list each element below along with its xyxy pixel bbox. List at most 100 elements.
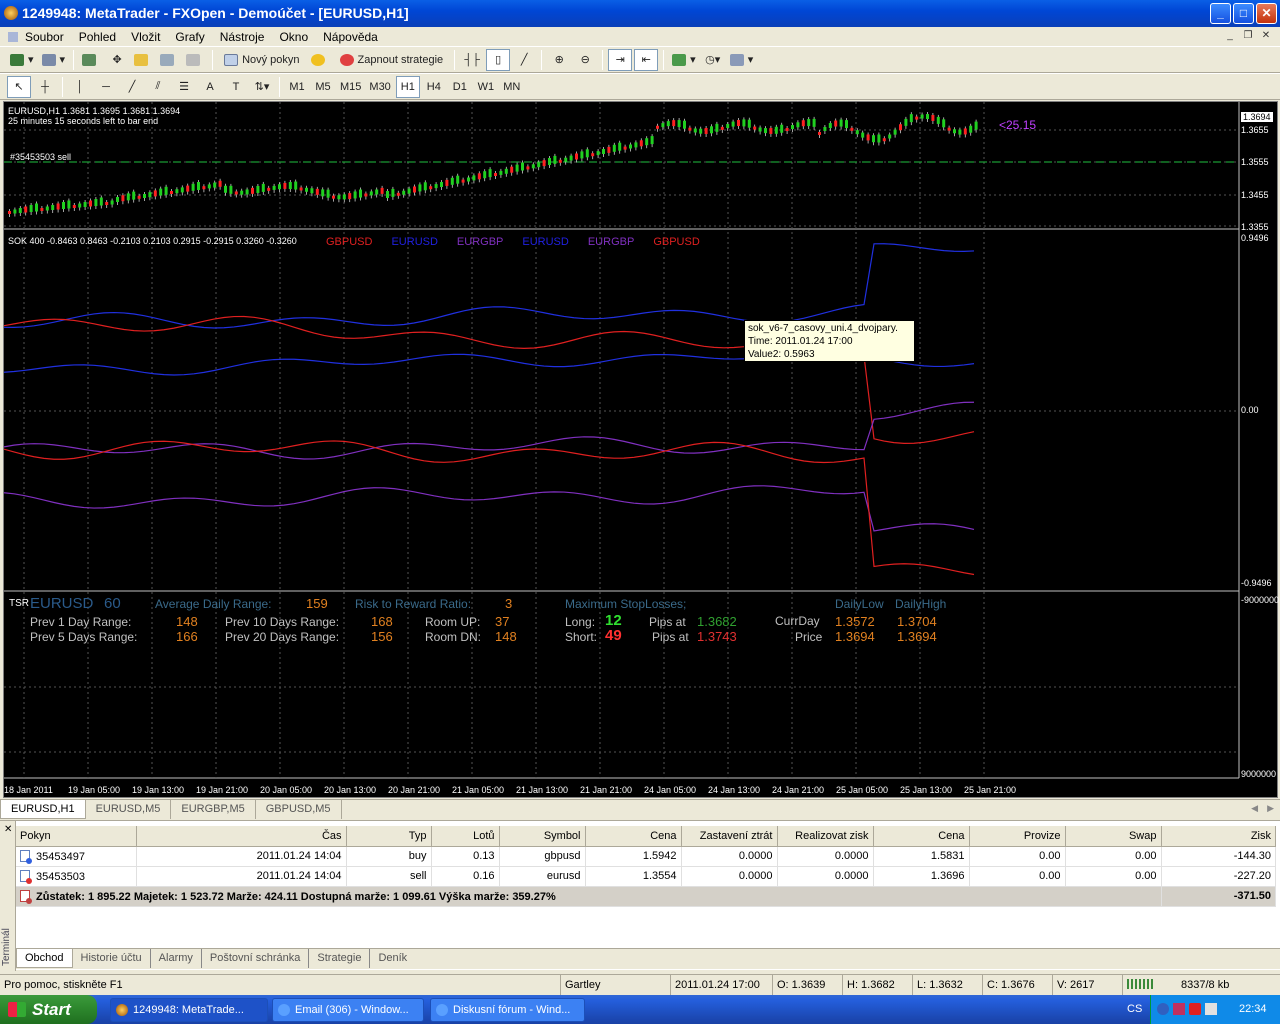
tab-postovni-schranka[interactable]: Poštovní schránka bbox=[200, 949, 309, 968]
menu-grafy[interactable]: Grafy bbox=[170, 30, 214, 44]
terminal-icon[interactable] bbox=[157, 49, 181, 71]
autoscroll-icon[interactable]: ⇥ bbox=[608, 48, 633, 71]
chart-window[interactable]: EURUSD,H1 1.3681 1.3695 1.3681 1.3694 25… bbox=[3, 101, 1279, 799]
tf-m15[interactable]: M15 bbox=[337, 76, 364, 98]
bar-chart-icon[interactable]: ┤├ bbox=[460, 49, 484, 71]
minimize-button[interactable]: _ bbox=[1210, 3, 1231, 24]
menu-napoveda[interactable]: Nápověda bbox=[318, 30, 388, 44]
cursor-icon[interactable]: ↖ bbox=[7, 75, 31, 98]
col-cena-current[interactable]: Cena bbox=[873, 826, 970, 847]
menu-soubor[interactable]: Soubor bbox=[20, 30, 74, 44]
horizontal-line-icon[interactable]: ─ bbox=[94, 76, 118, 98]
vertical-line-icon[interactable]: │ bbox=[68, 76, 92, 98]
candlestick-icon[interactable]: ▯ bbox=[486, 48, 511, 71]
new-chart-button[interactable]: ▾ bbox=[7, 49, 37, 71]
tray-arrow-icon[interactable] bbox=[1157, 1003, 1169, 1015]
tray-app-icon[interactable] bbox=[1173, 1003, 1185, 1015]
col-symbol[interactable]: Symbol bbox=[499, 826, 586, 847]
text-icon[interactable]: A bbox=[198, 76, 222, 98]
templates-button[interactable]: ▾ bbox=[727, 49, 757, 71]
tf-m30[interactable]: M30 bbox=[366, 76, 393, 98]
col-swap[interactable]: Swap bbox=[1065, 826, 1162, 847]
start-button[interactable]: Start bbox=[0, 995, 97, 1024]
col-sl[interactable]: Zastavení ztrát bbox=[681, 826, 778, 847]
status-profile[interactable]: Gartley bbox=[560, 975, 670, 995]
profiles-button[interactable]: ▾ bbox=[39, 49, 69, 71]
mdi-minimize-button[interactable]: _ bbox=[1222, 29, 1238, 43]
data-window-icon[interactable]: ✥ bbox=[105, 49, 129, 71]
col-provize[interactable]: Provize bbox=[969, 826, 1066, 847]
tf-m1[interactable]: M1 bbox=[285, 76, 309, 98]
col-typ[interactable]: Typ bbox=[346, 826, 432, 847]
tf-m5[interactable]: M5 bbox=[311, 76, 335, 98]
table-row[interactable]: 35453503 2011.01.24 14:04 sell 0.16 euru… bbox=[16, 866, 1276, 887]
tf-w1[interactable]: W1 bbox=[474, 76, 498, 98]
tf-mn[interactable]: MN bbox=[500, 76, 524, 98]
menu-pohled[interactable]: Pohled bbox=[74, 30, 126, 44]
zoom-out-icon[interactable]: ⊖ bbox=[573, 49, 597, 71]
menu-nastroje[interactable]: Nástroje bbox=[215, 30, 275, 44]
col-cas[interactable]: Čas bbox=[136, 826, 347, 847]
label-icon[interactable]: T bbox=[224, 76, 248, 98]
menu-okno[interactable]: Okno bbox=[274, 30, 318, 44]
menu-vlozit[interactable]: Vložit bbox=[126, 30, 170, 44]
channel-icon[interactable]: ⫽ bbox=[146, 76, 170, 98]
tray-security-icon[interactable] bbox=[1189, 1003, 1201, 1015]
tf-h1[interactable]: H1 bbox=[395, 75, 420, 98]
candle-body bbox=[299, 187, 303, 191]
chart-tab-gbpusd-m5[interactable]: GBPUSD,M5 bbox=[256, 800, 342, 819]
swap-cell: 0.00 bbox=[1065, 866, 1162, 887]
mdi-close-button[interactable]: ✕ bbox=[1258, 29, 1274, 43]
mdi-restore-button[interactable]: ❐ bbox=[1240, 29, 1256, 43]
line-chart-icon[interactable]: ╱ bbox=[512, 49, 536, 71]
sl-cell: 0.0000 bbox=[681, 846, 778, 867]
crosshair-icon[interactable]: ┼ bbox=[33, 76, 57, 98]
metaeditor-icon[interactable] bbox=[308, 49, 332, 71]
col-tp[interactable]: Realizovat zisk bbox=[777, 826, 874, 847]
chart-tab-eurusd-h1[interactable]: EURUSD,H1 bbox=[0, 800, 86, 819]
periods-button[interactable]: ◷▾ bbox=[701, 49, 725, 71]
trendline-icon[interactable]: ╱ bbox=[120, 76, 144, 98]
task-email[interactable]: Email (306) - Window... bbox=[272, 998, 424, 1022]
indicators-button[interactable]: ▾ bbox=[669, 49, 699, 71]
tester-icon[interactable] bbox=[183, 49, 207, 71]
zoom-in-icon[interactable]: ⊕ bbox=[547, 49, 571, 71]
col-lotu[interactable]: Lotů bbox=[431, 826, 500, 847]
order-cell: 35453497 bbox=[16, 846, 137, 867]
tf-d1[interactable]: D1 bbox=[448, 76, 472, 98]
chart-shift-icon[interactable]: ⇤ bbox=[634, 48, 659, 71]
candle-body bbox=[283, 182, 287, 189]
terminal-close-icon[interactable]: ✕ bbox=[4, 824, 12, 835]
arrows-button[interactable]: ⇅▾ bbox=[250, 76, 274, 98]
tab-scroll-left-icon[interactable]: ◀ bbox=[1251, 803, 1258, 814]
chart-canvas[interactable] bbox=[4, 102, 1279, 799]
candle-body bbox=[94, 199, 98, 206]
candle-body bbox=[143, 194, 146, 198]
candle-body bbox=[29, 205, 33, 212]
col-cena[interactable]: Cena bbox=[585, 826, 682, 847]
tab-scroll-right-icon[interactable]: ▶ bbox=[1267, 803, 1274, 814]
table-row[interactable]: 35453497 2011.01.24 14:04 buy 0.13 gbpus… bbox=[16, 846, 1276, 867]
language-indicator[interactable]: CS bbox=[1127, 995, 1142, 1024]
new-order-button[interactable]: Nový pokyn bbox=[218, 49, 305, 71]
fibonacci-icon[interactable]: ☰ bbox=[172, 76, 196, 98]
market-watch-icon[interactable] bbox=[79, 49, 103, 71]
navigator-icon[interactable] bbox=[131, 49, 155, 71]
tray-network-icon[interactable] bbox=[1205, 1003, 1217, 1015]
close-button[interactable]: ✕ bbox=[1256, 3, 1277, 24]
chart-tab-eurusd-m5[interactable]: EURUSD,M5 bbox=[86, 800, 172, 819]
chart-tab-eurgbp-m5[interactable]: EURGBP,M5 bbox=[171, 800, 256, 819]
task-metatrader[interactable]: 1249948: MetaTrade... bbox=[110, 998, 268, 1022]
col-zisk[interactable]: Zisk bbox=[1161, 826, 1276, 847]
tab-alarmy[interactable]: Alarmy bbox=[149, 949, 201, 968]
task-forum[interactable]: Diskusní fórum - Wind... bbox=[430, 998, 585, 1022]
col-pokyn[interactable]: Pokyn bbox=[16, 826, 137, 847]
tab-denik[interactable]: Deník bbox=[369, 949, 415, 968]
tab-strategie[interactable]: Strategie bbox=[308, 949, 369, 968]
tab-historie[interactable]: Historie účtu bbox=[73, 949, 150, 968]
maximize-button[interactable]: □ bbox=[1233, 3, 1254, 24]
adr-value: 159 bbox=[306, 596, 328, 611]
tab-obchod[interactable]: Obchod bbox=[16, 949, 73, 968]
tf-h4[interactable]: H4 bbox=[422, 76, 446, 98]
expert-advisors-button[interactable]: Zapnout strategie bbox=[334, 49, 450, 71]
